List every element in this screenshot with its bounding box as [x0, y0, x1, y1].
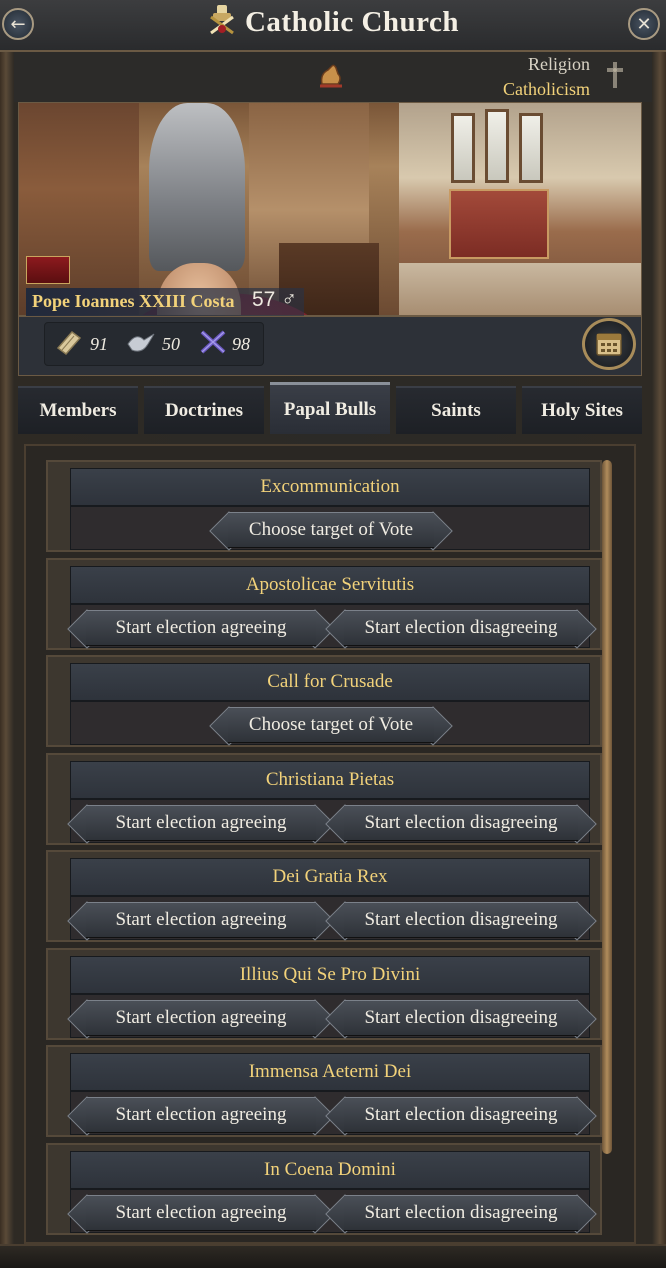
papal-keys-icon — [210, 5, 234, 35]
bull-title-in-coena-domini: In Coena Domini — [70, 1150, 590, 1189]
character-portrait[interactable] — [18, 102, 642, 316]
start-election-disagreeing-button[interactable]: Start election disagreeing — [344, 999, 578, 1036]
bull-title-apostolicae-servitutis: Apostolicae Servitutis — [70, 565, 590, 604]
hand-blessing-icon[interactable] — [316, 62, 346, 90]
dynasty-flag-icon[interactable] — [26, 256, 70, 284]
stat-diplomacy: 91 — [90, 334, 108, 354]
age-value: 57 — [252, 288, 276, 311]
tab-doctrines[interactable]: Doctrines — [144, 386, 264, 434]
window-header: ← Catholic Church ✕ — [0, 0, 666, 52]
start-election-disagreeing-button[interactable]: Start election disagreeing — [344, 1194, 578, 1231]
start-election-disagreeing-button[interactable]: Start election disagreeing — [344, 1097, 578, 1133]
choose-target-button[interactable]: Choose target of Vote — [228, 512, 434, 548]
bull-title-excommunication: Excommunication — [70, 468, 590, 506]
tab-saints[interactable]: Saints — [396, 386, 516, 434]
close-button[interactable]: ✕ — [628, 8, 660, 40]
calendar-button[interactable] — [582, 318, 636, 370]
tab-members[interactable]: Members — [18, 386, 138, 434]
stat-martial: 98 — [232, 334, 250, 354]
crossed-swords-icon — [200, 330, 226, 354]
window-title-row: Catholic Church — [0, 5, 666, 41]
stat-piety: 50 — [162, 334, 180, 354]
start-election-agreeing-button[interactable]: Start election agreeing — [86, 999, 316, 1036]
start-election-agreeing-button[interactable]: Start election agreeing — [86, 902, 316, 938]
dove-icon — [127, 333, 155, 352]
male-gender-icon: ♂ — [281, 288, 297, 311]
character-age: 57 ♂ — [252, 288, 297, 312]
religion-value[interactable]: Catholicism — [503, 79, 590, 100]
bull-title-illius-qui-se-pro-divini: Illius Qui Se Pro Divini — [70, 955, 590, 994]
papal-tiara — [149, 103, 245, 271]
bull-title-dei-gratia-rex: Dei Gratia Rex — [70, 858, 590, 896]
start-election-disagreeing-button[interactable]: Start election disagreeing — [344, 902, 578, 938]
tab-bar: Members Doctrines Papal Bulls Saints Hol… — [18, 382, 642, 434]
start-election-agreeing-button[interactable]: Start election agreeing — [86, 1194, 316, 1231]
page-title: Catholic Church — [244, 6, 459, 38]
bull-title-immensa-aeterni-dei: Immensa Aeterni Dei — [70, 1053, 590, 1091]
list-scrollbar[interactable] — [602, 460, 612, 1154]
religion-label: Religion — [528, 54, 590, 74]
close-icon: ✕ — [636, 13, 652, 35]
start-election-agreeing-button[interactable]: Start election agreeing — [86, 609, 316, 646]
crucifix-icon — [607, 62, 623, 88]
character-name[interactable]: Pope Ioannes XXIII Costa — [32, 291, 235, 312]
start-election-disagreeing-button[interactable]: Start election disagreeing — [344, 804, 578, 841]
start-election-agreeing-button[interactable]: Start election agreeing — [86, 804, 316, 841]
tab-holy-sites[interactable]: Holy Sites — [522, 386, 642, 434]
window-bottom-edge — [0, 1244, 666, 1268]
scroll-icon — [56, 330, 82, 356]
bull-title-christiana-pietas: Christiana Pietas — [70, 760, 590, 799]
start-election-disagreeing-button[interactable]: Start election disagreeing — [344, 609, 578, 646]
choose-target-button[interactable]: Choose target of Vote — [228, 707, 434, 743]
tab-papal-bulls[interactable]: Papal Bulls — [270, 382, 390, 434]
start-election-agreeing-button[interactable]: Start election agreeing — [86, 1097, 316, 1133]
bull-title-call-for-crusade: Call for Crusade — [70, 663, 590, 701]
calendar-icon — [596, 333, 622, 356]
